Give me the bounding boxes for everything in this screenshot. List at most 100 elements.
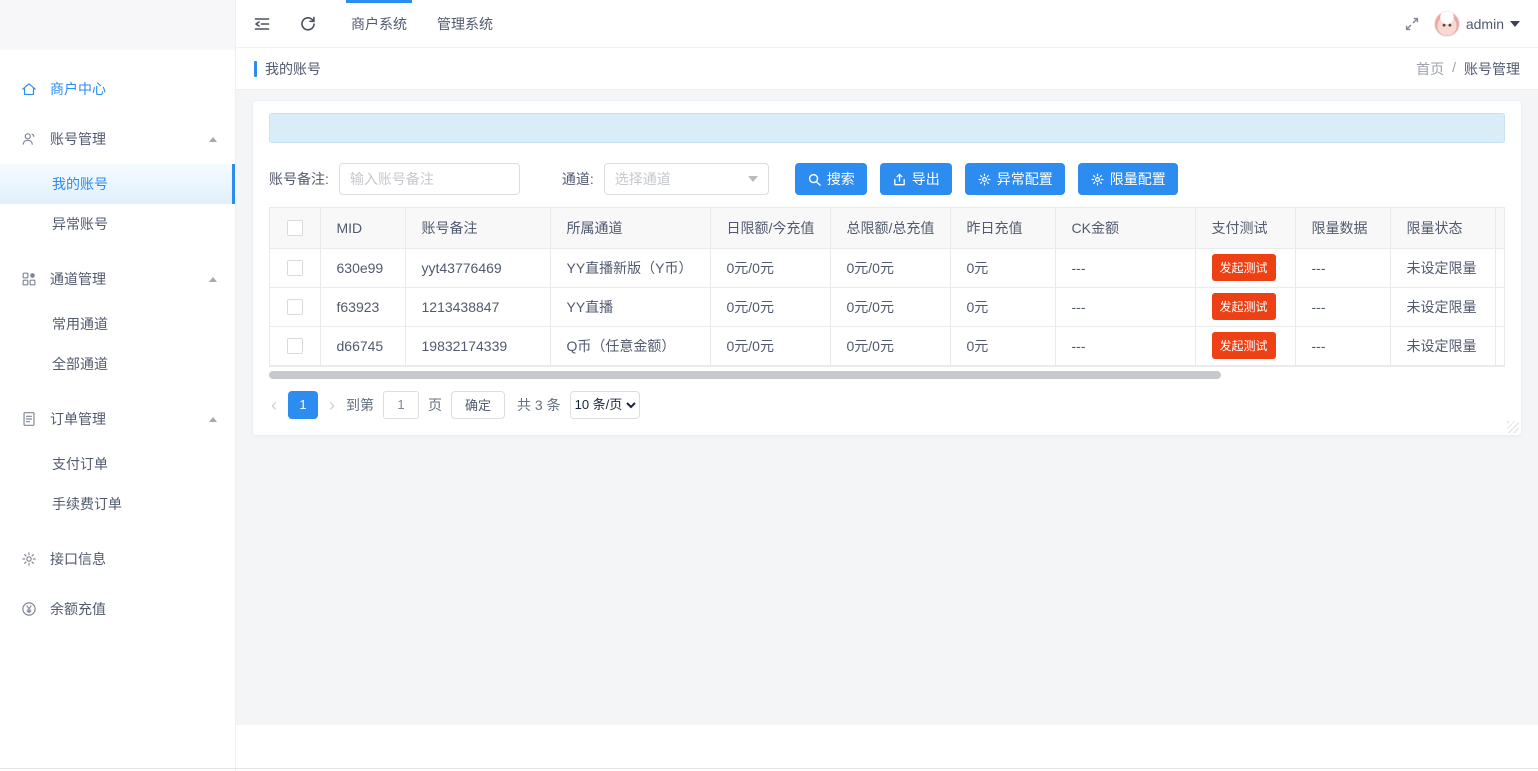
- cell-ck_amount: ---: [1055, 287, 1195, 326]
- sidebar: 商户中心账号管理我的账号异常账号通道管理常用通道全部通道订单管理支付订单手续费订…: [0, 0, 236, 771]
- content-view: 账号备注: 通道: 选择通道 搜索: [236, 90, 1538, 725]
- sidebar-subitem[interactable]: 常用通道: [0, 304, 235, 344]
- yen-circle-icon: [20, 600, 38, 618]
- channel-select[interactable]: 选择通道: [604, 163, 769, 195]
- table-row: d6674519832174339Q币（任意金额）0元/0元0元/0元0元---…: [270, 326, 1505, 365]
- tab-system-1[interactable]: 管理系统: [422, 0, 508, 48]
- remark-input[interactable]: [339, 163, 520, 195]
- username: admin: [1466, 16, 1504, 32]
- cell-daily_limit: 0元/0元: [710, 287, 830, 326]
- fullscreen-icon[interactable]: [1403, 15, 1421, 33]
- main-area: 商户系统管理系统 admin 我的账号: [236, 0, 1538, 771]
- chevron-down-icon: [1510, 21, 1520, 27]
- page-number-button[interactable]: 1: [288, 391, 318, 419]
- cell-yesterday: 0元: [950, 326, 1055, 365]
- goto-label: 到第: [346, 395, 374, 415]
- chevron-up-icon: [209, 277, 217, 282]
- sidebar-item-1[interactable]: 账号管理: [0, 114, 235, 164]
- horizontal-scrollbar-thumb[interactable]: [269, 371, 1221, 379]
- breadcrumb-home[interactable]: 首页: [1416, 59, 1444, 79]
- row-checkbox[interactable]: [287, 260, 303, 276]
- breadcrumb-current: 账号管理: [1464, 59, 1520, 79]
- cell-remark: yyt43776469: [405, 248, 550, 287]
- sidebar-item-5[interactable]: 余额充值: [0, 584, 235, 634]
- sidebar-subitem[interactable]: 异常账号: [0, 204, 235, 244]
- abnormal-config-button[interactable]: 异常配置: [965, 163, 1065, 195]
- sidebar-item-3[interactable]: 订单管理: [0, 394, 235, 444]
- sidebar-subitem[interactable]: 全部通道: [0, 344, 235, 384]
- sidebar-logo-area: [0, 0, 235, 50]
- sidebar-subitem[interactable]: 我的账号: [0, 164, 235, 204]
- prev-page-button[interactable]: ‹: [269, 396, 279, 414]
- pagination: ‹ 1 › 到第 页 确定 共 3 条 10 条/页: [269, 391, 1505, 419]
- sidebar-item-label: 订单管理: [50, 409, 106, 429]
- cell-limit_status: 未设定限量: [1390, 248, 1495, 287]
- accounts-table: MID账号备注所属通道日限额/今充值总限额/总充值昨日充值CK金额支付测试限量数…: [269, 207, 1505, 367]
- refresh-icon[interactable]: [298, 14, 318, 34]
- page-unit-label: 页: [428, 395, 442, 415]
- remark-label: 账号备注:: [269, 169, 329, 189]
- row-checkbox[interactable]: [287, 299, 303, 315]
- chevron-down-icon: [748, 176, 758, 182]
- cell-limit_data: ---: [1295, 287, 1390, 326]
- page-title: 我的账号: [254, 59, 321, 79]
- cell-total_limit: 0元/0元: [830, 326, 950, 365]
- cell-limit_data: ---: [1295, 326, 1390, 365]
- cell-remark: 19832174339: [405, 326, 550, 365]
- chevron-up-icon: [209, 137, 217, 142]
- column-header: 限量状态: [1390, 208, 1495, 248]
- cell-channel: Q币（任意金额）: [550, 326, 710, 365]
- search-button[interactable]: 搜索: [795, 163, 867, 195]
- confirm-button[interactable]: 确定: [451, 391, 505, 419]
- gear-icon: [977, 172, 992, 187]
- cell-ck_amount: ---: [1055, 248, 1195, 287]
- pay-test-button[interactable]: 发起测试: [1212, 332, 1276, 359]
- select-all-checkbox[interactable]: [287, 220, 303, 236]
- total-count-label: 共 3 条: [517, 395, 561, 415]
- filter-row: 账号备注: 通道: 选择通道 搜索: [269, 163, 1505, 195]
- content-card: 账号备注: 通道: 选择通道 搜索: [252, 100, 1522, 436]
- column-header: 昨日充值: [950, 208, 1055, 248]
- cell-daily_limit: 0元/0元: [710, 326, 830, 365]
- window-bottom-divider: [0, 768, 1538, 769]
- cell-clipped: 未: [1495, 326, 1505, 365]
- sidebar-subitem[interactable]: 支付订单: [0, 444, 235, 484]
- sidebar-item-label: 商户中心: [50, 79, 106, 99]
- cell-ck_amount: ---: [1055, 326, 1195, 365]
- row-checkbox[interactable]: [287, 338, 303, 354]
- cell-limit_status: 未设定限量: [1390, 326, 1495, 365]
- pay-test-button[interactable]: 发起测试: [1212, 293, 1276, 320]
- column-header: 限: [1495, 208, 1505, 248]
- pay-test-button[interactable]: 发起测试: [1212, 254, 1276, 281]
- column-header: 限量数据: [1295, 208, 1390, 248]
- next-page-button[interactable]: ›: [327, 396, 337, 414]
- table-row: f639231213438847YY直播0元/0元0元/0元0元---发起测试-…: [270, 287, 1505, 326]
- menu-fold-icon[interactable]: [252, 14, 272, 34]
- sidebar-item-2[interactable]: 通道管理: [0, 254, 235, 304]
- page-size-select[interactable]: 10 条/页: [570, 391, 640, 419]
- cell-total_limit: 0元/0元: [830, 248, 950, 287]
- cell-total_limit: 0元/0元: [830, 287, 950, 326]
- footer-area: [236, 725, 1538, 771]
- table-header-row: MID账号备注所属通道日限额/今充值总限额/总充值昨日充值CK金额支付测试限量数…: [270, 208, 1505, 248]
- resize-grip-icon[interactable]: [1507, 421, 1519, 433]
- tab-system-0[interactable]: 商户系统: [336, 0, 422, 48]
- sidebar-menu: 商户中心账号管理我的账号异常账号通道管理常用通道全部通道订单管理支付订单手续费订…: [0, 64, 235, 634]
- breadcrumb: 首页 / 账号管理: [1416, 59, 1520, 79]
- page-title-text: 我的账号: [265, 59, 321, 79]
- sidebar-item-0[interactable]: 商户中心: [0, 64, 235, 114]
- sidebar-item-4[interactable]: 接口信息: [0, 534, 235, 584]
- cell-yesterday: 0元: [950, 287, 1055, 326]
- export-button[interactable]: 导出: [880, 163, 952, 195]
- document-icon: [20, 410, 38, 428]
- sidebar-subitem[interactable]: 手续费订单: [0, 484, 235, 524]
- cell-pay_test_label: 发起测试: [1195, 287, 1295, 326]
- limit-config-button[interactable]: 限量配置: [1078, 163, 1178, 195]
- title-accent-bar: [254, 61, 257, 77]
- channel-select-placeholder: 选择通道: [615, 169, 671, 189]
- goto-page-input[interactable]: [383, 391, 419, 419]
- column-header: MID: [320, 208, 405, 248]
- user-menu[interactable]: admin: [1434, 11, 1520, 37]
- apps-icon: [20, 270, 38, 288]
- cell-clipped: 未: [1495, 287, 1505, 326]
